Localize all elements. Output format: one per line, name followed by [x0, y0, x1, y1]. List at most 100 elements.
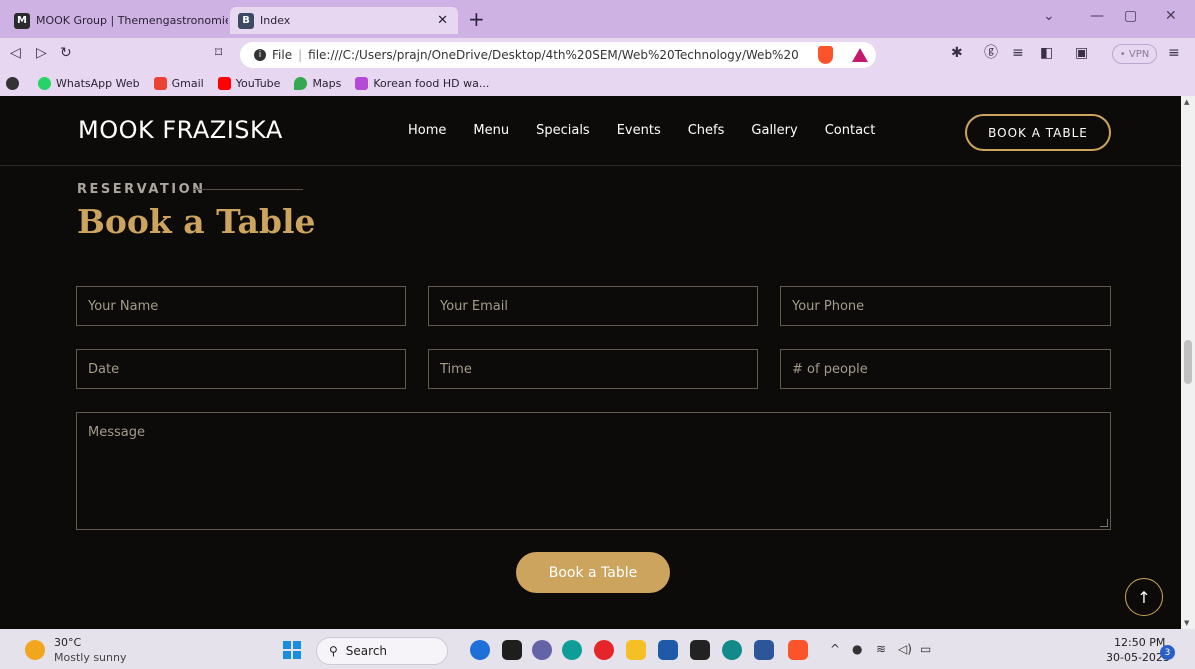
scroll-up-icon[interactable]: ▲ — [1184, 98, 1189, 106]
tray-app-icon[interactable]: ● — [852, 642, 862, 656]
close-tab-icon[interactable]: ✕ — [437, 13, 448, 28]
playlist-icon[interactable]: ≡ — [1012, 45, 1024, 61]
message-textarea[interactable]: Message — [76, 412, 1111, 530]
windows-start-icon[interactable] — [283, 641, 301, 659]
bookmark-icon[interactable]: ⌑ — [215, 45, 222, 61]
menu-icon[interactable]: ≡ — [1168, 45, 1180, 61]
rewards-icon[interactable]: ⓖ — [984, 45, 998, 61]
new-tab-icon[interactable]: + — [468, 9, 485, 29]
bookmark-label: Maps — [312, 76, 342, 90]
file-explorer-icon[interactable] — [626, 640, 646, 660]
nav-contact[interactable]: Contact — [825, 123, 876, 138]
restore-icon[interactable]: ▢ — [1124, 8, 1137, 24]
tray-chevron-icon[interactable]: ^ — [830, 642, 840, 656]
word-icon[interactable] — [754, 640, 774, 660]
bookmarks-bar: WhatsApp Web Gmail YouTube Maps Korean f… — [0, 70, 1195, 96]
taskbar-search[interactable]: ⚲ Search — [316, 637, 448, 665]
date-input[interactable]: Date — [76, 349, 406, 389]
bookmark-maps[interactable]: Maps — [294, 76, 342, 90]
bookmark-apps[interactable] — [6, 76, 24, 90]
wallet-icon[interactable]: ▣ — [1075, 45, 1088, 61]
volume-icon[interactable]: ◁) — [898, 642, 912, 656]
resize-handle-icon[interactable] — [1100, 519, 1108, 527]
nav-events[interactable]: Events — [617, 123, 661, 138]
site-logo[interactable]: MOOK FRAZISKA — [78, 116, 283, 144]
store-icon[interactable] — [658, 640, 678, 660]
main-nav: Home Menu Specials Events Chefs Gallery … — [408, 123, 902, 138]
email-input[interactable]: Your Email — [428, 286, 758, 326]
message-placeholder: Message — [88, 425, 145, 440]
clock-time[interactable]: 12:50 PM — [1114, 636, 1165, 649]
tab-search-chevron-icon[interactable]: ⌄ — [1043, 8, 1055, 24]
url-text[interactable]: file:///C:/Users/prajn/OneDrive/Desktop/… — [308, 48, 798, 62]
whatsapp-icon — [38, 76, 51, 90]
nav-chefs[interactable]: Chefs — [688, 123, 725, 138]
teams-chat-icon[interactable] — [532, 640, 552, 660]
bookmark-label: WhatsApp Web — [56, 76, 140, 90]
vpn-button[interactable]: • VPN — [1112, 44, 1157, 64]
back-icon[interactable]: ◁ — [10, 45, 21, 61]
close-window-icon[interactable]: ✕ — [1165, 8, 1177, 24]
nav-menu[interactable]: Menu — [473, 123, 509, 138]
scroll-down-icon[interactable]: ▼ — [1184, 619, 1189, 627]
weather-temperature[interactable]: 30°C — [54, 636, 81, 649]
edge-icon[interactable] — [562, 640, 582, 660]
search-icon: ⚲ — [329, 644, 338, 658]
site-header: MOOK FRAZISKA Home Menu Specials Events … — [0, 96, 1181, 166]
bookmark-korean-food[interactable]: Korean food HD wa... — [355, 76, 490, 90]
tab-strip: M MOOK Group | Themengastronomie B Index… — [0, 0, 1195, 38]
nav-specials[interactable]: Specials — [536, 123, 590, 138]
bing-icon[interactable] — [470, 640, 490, 660]
brave-icon[interactable] — [788, 640, 808, 660]
name-input[interactable]: Your Name — [76, 286, 406, 326]
book-a-table-header-button[interactable]: BOOK A TABLE — [965, 114, 1111, 151]
people-input[interactable]: # of people — [780, 349, 1111, 389]
phone-input[interactable]: Your Phone — [780, 286, 1111, 326]
maps-icon — [294, 76, 308, 90]
weather-sun-icon[interactable] — [25, 640, 45, 660]
edge-dev-icon[interactable] — [722, 640, 742, 660]
scroll-thumb[interactable] — [1184, 340, 1192, 384]
tab-mook-group[interactable]: M MOOK Group | Themengastronomie — [6, 7, 228, 34]
media-player-icon[interactable] — [594, 640, 614, 660]
tab-title: Index — [260, 14, 291, 27]
section-title: Book a Table — [77, 202, 316, 241]
section-label: RESERVATION — [77, 182, 206, 197]
info-icon[interactable]: i — [254, 49, 266, 61]
gmail-icon — [153, 76, 167, 90]
url-scheme: File — [272, 48, 293, 62]
minimize-icon[interactable]: — — [1090, 8, 1104, 24]
page-scrollbar[interactable]: ▲ ▼ — [1181, 96, 1195, 629]
back-to-top-icon[interactable]: ↑ — [1125, 578, 1163, 616]
bootstrap-favicon-icon: B — [238, 12, 254, 29]
notification-badge[interactable]: 3 — [1160, 645, 1175, 660]
tab-title: MOOK Group | Themengastronomie — [36, 14, 228, 27]
reload-icon[interactable]: ↻ — [60, 45, 72, 61]
tab-index[interactable]: B Index ✕ — [230, 7, 458, 34]
bookmark-youtube[interactable]: YouTube — [217, 76, 281, 90]
wifi-icon[interactable]: ≋ — [876, 642, 886, 656]
brave-rewards-icon[interactable] — [852, 48, 868, 62]
extensions-icon[interactable]: ✱ — [951, 45, 963, 61]
weather-description[interactable]: Mostly sunny — [54, 651, 126, 664]
bookmark-label: Gmail — [171, 76, 204, 90]
search-label: Search — [345, 644, 388, 658]
section-divider — [193, 189, 303, 190]
sticky-notes-icon[interactable] — [690, 640, 710, 660]
brave-shield-icon[interactable] — [818, 46, 833, 64]
bookmark-label: Korean food HD wa... — [373, 76, 490, 90]
book-a-table-submit-button[interactable]: Book a Table — [516, 552, 670, 593]
nav-gallery[interactable]: Gallery — [751, 123, 797, 138]
nav-home[interactable]: Home — [408, 123, 446, 138]
url-separator: | — [298, 48, 303, 62]
sidebar-icon[interactable]: ◧ — [1040, 45, 1053, 61]
bookmark-gmail[interactable]: Gmail — [153, 76, 204, 90]
battery-icon[interactable]: ▭ — [920, 642, 931, 656]
time-input[interactable]: Time — [428, 349, 758, 389]
bookmark-whatsapp[interactable]: WhatsApp Web — [38, 76, 140, 90]
address-bar[interactable]: i File | file:///C:/Users/prajn/OneDrive… — [240, 42, 876, 68]
task-view-icon[interactable] — [502, 640, 522, 660]
forward-icon[interactable]: ▷ — [36, 45, 47, 61]
apps-icon — [6, 76, 19, 90]
bookmark-label: YouTube — [235, 76, 281, 90]
